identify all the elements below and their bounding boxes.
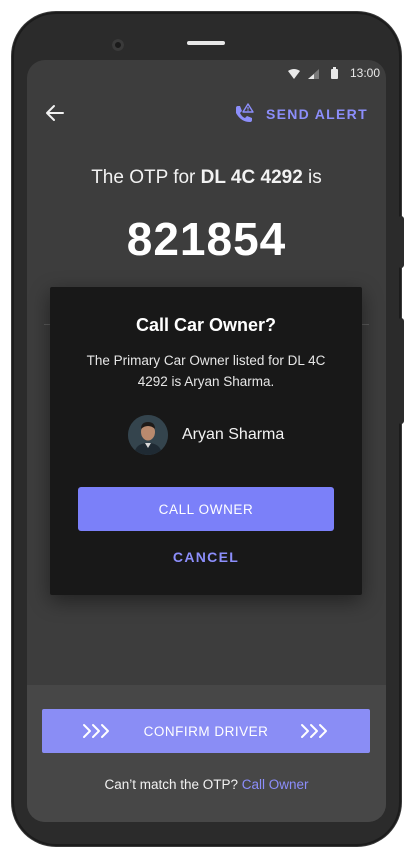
call-owner-button[interactable]: CALL OWNER [78, 487, 334, 531]
dialog-message: The Primary Car Owner listed for DL 4C 4… [86, 353, 326, 389]
signal-icon [308, 68, 319, 82]
triple-chevron-right-icon [83, 724, 109, 738]
battery-icon [331, 67, 338, 82]
status-time: 13:00 [349, 66, 380, 80]
call-owner-link[interactable]: Call Owner [242, 777, 309, 792]
confirm-driver-label: CONFIRM DRIVER [143, 723, 269, 739]
call-owner-dialog: Call Car Owner? The Primary Car Owner li… [50, 287, 362, 595]
arrow-left-icon [46, 105, 64, 121]
earpiece-speaker [187, 41, 225, 45]
owner-name: Aryan Sharma [182, 426, 285, 443]
send-alert-button[interactable]: SEND ALERT [233, 100, 368, 128]
otp-heading-prefix: The OTP for [91, 167, 201, 188]
front-camera [112, 39, 124, 51]
send-alert-label: SEND ALERT [266, 106, 368, 122]
app-screen: 13:00 SEND ALERT The OTP for DL 4C 4292 … [27, 60, 386, 822]
otp-mismatch-label: Can’t match the OTP? [104, 777, 242, 792]
status-bar: 13:00 [27, 60, 386, 87]
cancel-button[interactable]: CANCEL [50, 549, 362, 565]
owner-row: Aryan Sharma [128, 414, 284, 456]
otp-mismatch-text: Can’t match the OTP? Call Owner [27, 777, 386, 792]
back-button[interactable] [43, 101, 67, 125]
confirm-driver-button[interactable]: CONFIRM DRIVER [42, 709, 370, 753]
otp-heading-suffix: is [302, 167, 322, 188]
otp-code: 821854 [126, 213, 287, 265]
bottom-panel: CONFIRM DRIVER Can’t match the OTP? Call… [27, 685, 386, 822]
otp-heading: The OTP for DL 4C 4292 is [27, 167, 386, 189]
dialog-title: Call Car Owner? [135, 315, 277, 335]
wifi-icon [288, 68, 300, 82]
vehicle-number: DL 4C 4292 [200, 167, 303, 188]
power-button [398, 318, 404, 424]
avatar [128, 415, 168, 455]
volume-button [398, 216, 404, 268]
triple-chevron-right-icon [301, 724, 327, 738]
phone-alert-icon [236, 103, 254, 122]
